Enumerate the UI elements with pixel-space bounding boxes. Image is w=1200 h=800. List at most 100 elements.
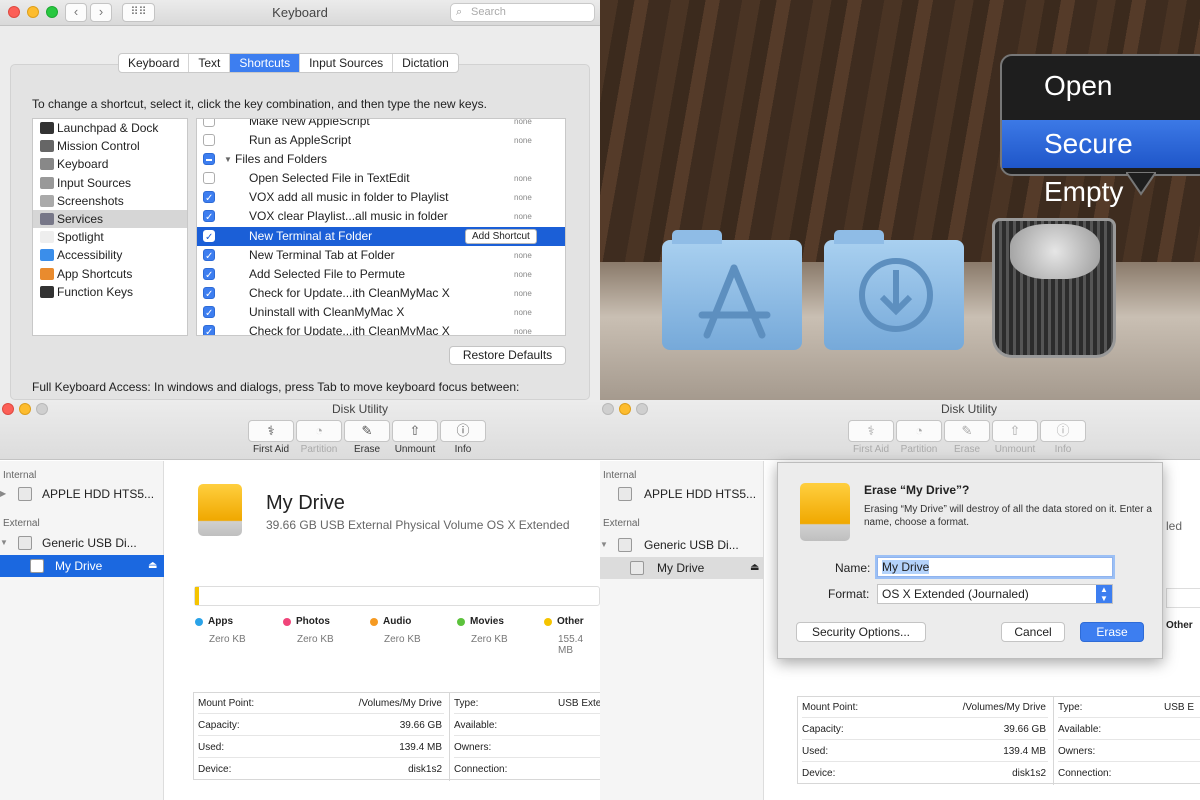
shortcut-row[interactable]: Check for Update...ith CleanMyMac X none	[197, 322, 565, 336]
applications-folder[interactable]	[662, 230, 802, 350]
internal-disk-item[interactable]: APPLE HDD HTS5...	[600, 483, 764, 505]
tab-shortcuts[interactable]: Shortcuts	[230, 54, 301, 72]
category-item[interactable]: Accessibility	[33, 246, 187, 264]
volume-item-my-drive[interactable]: My Drive ⏏	[600, 557, 764, 579]
stethoscope-icon[interactable]: ⚕	[848, 420, 894, 442]
category-item[interactable]: Services	[33, 209, 187, 229]
drive-description: 39.66 GB USB External Physical Volume OS…	[266, 518, 570, 532]
category-item[interactable]: Mission Control	[33, 137, 187, 155]
shortcut-label: New Terminal at Folder	[249, 228, 373, 243]
shortcut-row[interactable]: Add Selected File to Permute none	[197, 265, 565, 285]
external-disk-item[interactable]: ▼ Generic USB Di...	[600, 534, 764, 556]
capacity-row: Capacity: 39.66 GB	[802, 719, 1048, 740]
internal-disk-item[interactable]: ▶ APPLE HDD HTS5...	[0, 483, 164, 505]
name-input[interactable]: My Drive	[877, 557, 1113, 577]
info-icon[interactable]: ⓘ	[440, 420, 486, 442]
keyboard-preferences-window: ‹ › ⠿⠿ Keyboard ⌕ Search Keyboard Text Sho…	[0, 0, 600, 400]
shortcut-row[interactable]: VOX clear Playlist...all music in folder…	[197, 207, 565, 227]
usb-disk-icon	[18, 536, 32, 550]
shortcut-checkbox[interactable]	[203, 208, 215, 227]
owners-label: Owners:	[454, 742, 492, 753]
category-item[interactable]: Screenshots	[33, 192, 187, 210]
search-field[interactable]: ⌕ Search	[450, 3, 595, 22]
usb-disk-icon	[618, 538, 632, 552]
category-list: Launchpad & Dock Mission Control Keyboard I…	[32, 118, 188, 336]
connection-row: Connection:	[1058, 763, 1200, 784]
eject-icon[interactable]: ⏏	[750, 557, 759, 579]
shortcut-row[interactable]: Make New AppleScript none	[197, 119, 565, 131]
shortcut-row[interactable]: New Terminal Tab at Folder none	[197, 246, 565, 266]
pie-icon[interactable]: ◔	[296, 420, 342, 442]
category-item[interactable]: Keyboard	[33, 155, 187, 173]
shortcut-row[interactable]: Check for Update...ith CleanMyMac X none	[197, 284, 565, 304]
category-item[interactable]: Function Keys	[33, 283, 187, 301]
shortcut-row[interactable]: ▼ Files and Folders	[197, 150, 565, 169]
info-icon[interactable]: ⓘ	[1040, 420, 1086, 442]
security-options-button[interactable]: Security Options...	[796, 622, 926, 642]
shortcut-row[interactable]: VOX add all music in folder to Playlist n…	[197, 188, 565, 208]
menu-item-open[interactable]: Open	[1002, 62, 1200, 110]
legend-label: Movies	[470, 616, 504, 627]
erase-icon[interactable]: ✎	[944, 420, 990, 442]
shortcut-row[interactable]: New Terminal at Folder Add Shortcut	[197, 226, 565, 247]
erase-button[interactable]: Erase	[1080, 622, 1144, 642]
mission-control-icon	[40, 140, 54, 153]
shortcut-checkbox[interactable]	[203, 266, 215, 285]
erase-icon[interactable]: ✎	[344, 420, 390, 442]
format-select[interactable]: OS X Extended (Journaled) ▲ ▼	[877, 584, 1113, 604]
owners-label: Owners:	[1058, 746, 1096, 757]
legend-movies: Movies	[457, 616, 504, 627]
shortcut-label: Files and Folders	[235, 152, 328, 167]
internal-heading: Internal	[603, 470, 637, 481]
shortcut-checkbox[interactable]	[203, 228, 215, 247]
shortcut-checkbox[interactable]	[203, 189, 215, 208]
tab-keyboard[interactable]: Keyboard	[119, 54, 190, 72]
tab-input-sources[interactable]: Input Sources	[300, 54, 394, 72]
download-glyph-icon	[859, 258, 933, 332]
disclosure-triangle-icon[interactable]: ▼	[0, 532, 8, 554]
volume-item-my-drive[interactable]: My Drive ⏏	[0, 555, 164, 577]
category-item[interactable]: Launchpad & Dock	[33, 119, 187, 137]
shortcut-row[interactable]: Run as AppleScript none	[197, 131, 565, 150]
disclosure-triangle-icon[interactable]: ▼	[600, 534, 608, 556]
category-item[interactable]: Input Sources	[33, 174, 187, 192]
shortcut-checkbox[interactable]	[203, 134, 215, 147]
add-shortcut-button[interactable]: Add Shortcut	[465, 228, 537, 244]
restore-defaults-button[interactable]: Restore Defaults	[449, 346, 566, 365]
disclosure-triangle-icon[interactable]: ▶	[0, 483, 6, 505]
disclosure-triangle-icon[interactable]: ▼	[224, 150, 232, 169]
menu-item-secure-empty[interactable]: Secure Empty	[1002, 120, 1200, 207]
category-item[interactable]: Spotlight	[33, 228, 187, 246]
shortcut-value: none	[514, 212, 532, 222]
connection-label: Connection:	[454, 764, 508, 775]
shortcut-row[interactable]: Uninstall with CleanMyMac X none	[197, 303, 565, 323]
capacity-label: Capacity:	[802, 724, 844, 735]
category-label: Accessibility	[57, 248, 123, 263]
shortcut-checkbox[interactable]	[203, 119, 215, 127]
cancel-button[interactable]: Cancel	[1001, 622, 1065, 642]
downloads-folder[interactable]	[824, 230, 964, 350]
shortcut-checkbox[interactable]	[203, 304, 215, 323]
category-item[interactable]: App Shortcuts	[33, 265, 187, 283]
device-label: Device:	[802, 768, 836, 779]
tab-text[interactable]: Text	[189, 54, 231, 72]
shortcut-row[interactable]: Open Selected File in TextEdit none	[197, 169, 565, 188]
shortcut-checkbox[interactable]	[203, 247, 215, 266]
unmount-icon[interactable]: ⇧	[392, 420, 438, 442]
volume-label: My Drive	[657, 561, 705, 575]
category-label: App Shortcuts	[57, 266, 133, 281]
shortcut-value: none	[514, 327, 532, 336]
pie-icon[interactable]: ◔	[896, 420, 942, 442]
shortcut-checkbox[interactable]	[203, 285, 215, 304]
unmount-icon[interactable]: ⇧	[992, 420, 1038, 442]
device-label: Device:	[198, 764, 232, 775]
shortcut-checkbox[interactable]	[203, 172, 215, 185]
tab-dictation[interactable]: Dictation	[393, 54, 458, 72]
menu-pointer	[1126, 172, 1156, 196]
stethoscope-icon[interactable]: ⚕	[248, 420, 294, 442]
eject-icon[interactable]: ⏏	[148, 555, 157, 577]
external-disk-item[interactable]: ▼ Generic USB Di...	[0, 532, 164, 554]
shortcut-checkbox[interactable]	[203, 323, 215, 335]
shortcut-checkbox[interactable]	[203, 153, 215, 166]
sidebar: Internal ▶ APPLE HDD HTS5... External ▼ …	[0, 461, 164, 800]
